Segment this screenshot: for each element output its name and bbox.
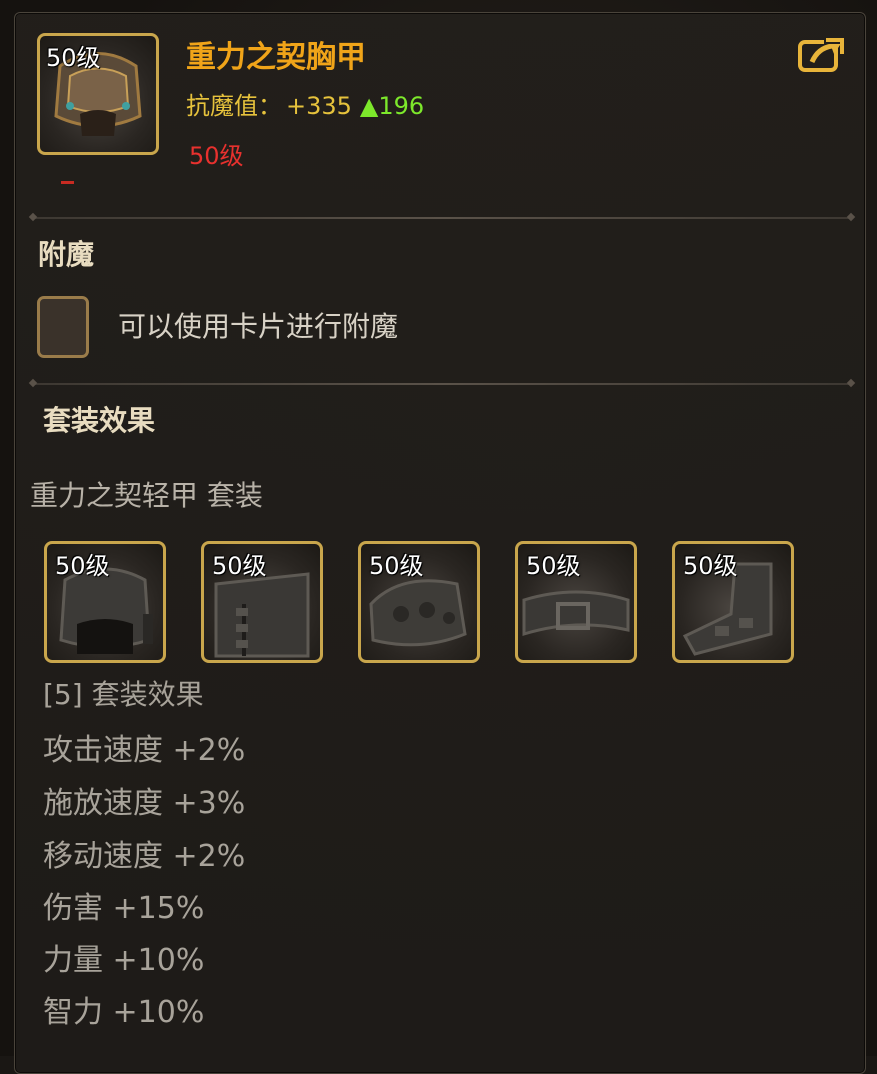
set-bonus-line: 施放速度 +3%	[43, 786, 246, 821]
set-piece-level: 50级	[55, 552, 110, 580]
stat-label: 抗魔值：	[186, 92, 282, 120]
set-bonus-line: 攻击速度 +2%	[43, 733, 246, 768]
set-name: 重力之契轻甲 套装	[30, 479, 263, 512]
set-bonus-line: 力量 +10%	[43, 943, 205, 978]
required-level: 50级	[189, 142, 244, 170]
set-piece-level: 50级	[369, 552, 424, 580]
enchant-hint: 可以使用卡片进行附魔	[118, 310, 399, 343]
set-bonus-header: [5] 套装效果	[43, 678, 204, 711]
set-piece-level: 50级	[683, 552, 738, 580]
set-effect-title: 套装效果	[43, 404, 156, 437]
enchant-card-slot[interactable]	[37, 296, 89, 358]
item-icon-slot[interactable]: 50级	[37, 33, 159, 155]
share-button[interactable]	[798, 36, 844, 72]
set-piece-slot[interactable]: 50级	[201, 541, 323, 663]
set-piece-slot[interactable]: 50级	[358, 541, 480, 663]
set-bonus-line: 移动速度 +2%	[43, 839, 246, 874]
divider	[33, 383, 851, 385]
share-icon	[798, 36, 844, 72]
set-bonus-line: 智力 +10%	[43, 995, 205, 1030]
enchant-title: 附魔	[38, 238, 95, 271]
set-piece-slot[interactable]: 50级	[44, 541, 166, 663]
set-piece-level: 50级	[212, 552, 267, 580]
set-piece-slot[interactable]: 50级	[515, 541, 637, 663]
set-piece-slot[interactable]: 50级	[672, 541, 794, 663]
stat-increase: ▲196	[359, 92, 425, 120]
item-level-badge: 50级	[46, 44, 101, 72]
stat-value: +335	[286, 92, 352, 120]
item-name: 重力之契胸甲	[186, 40, 366, 75]
divider	[33, 217, 851, 219]
set-piece-level: 50级	[526, 552, 581, 580]
red-marker	[61, 181, 74, 184]
set-bonus-line: 伤害 +15%	[43, 891, 205, 926]
item-stat-line: 抗魔值： +335 ▲196	[186, 86, 424, 121]
